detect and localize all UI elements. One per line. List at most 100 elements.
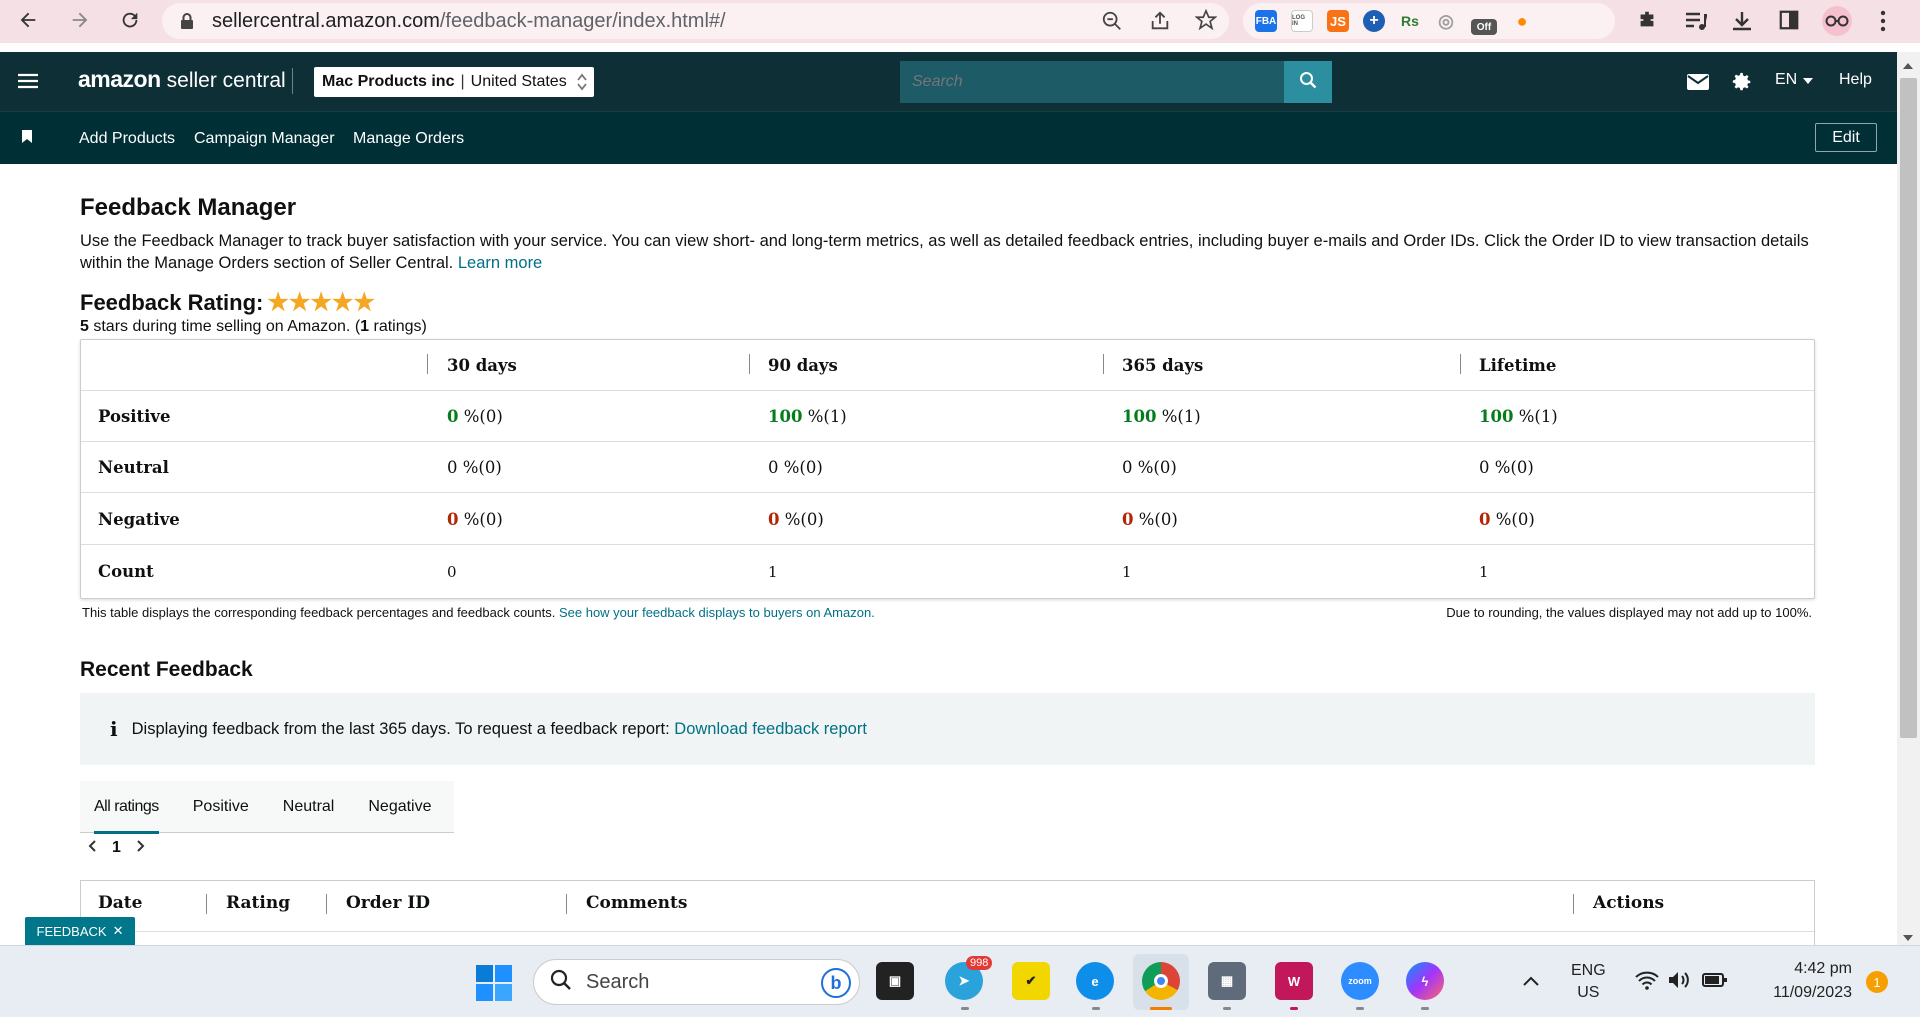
column-header-order-id[interactable]: Order ID [346,893,430,913]
column-header-date[interactable]: Date [98,893,142,913]
share-icon[interactable] [1149,10,1171,37]
battery-icon[interactable] [1702,971,1728,994]
scrollbar-thumb[interactable] [1900,78,1917,738]
page-description: Use the Feedback Manager to track buyer … [80,232,1809,272]
search-icon [1299,71,1317,94]
tab-positive[interactable]: Positive [173,781,263,833]
recent-feedback-title: Recent Feedback [80,658,253,681]
plus-extension-icon[interactable]: + [1363,10,1385,32]
browser-menu-icon[interactable] [1880,10,1886,37]
header-search [900,61,1332,103]
sticky-notes-icon[interactable]: ✔ [1012,962,1050,1000]
hamburger-menu-icon[interactable] [18,73,38,94]
edit-bookmarks-button[interactable]: Edit [1815,123,1877,152]
clock[interactable]: 4:42 pm 11/09/2023 [1740,957,1852,1005]
running-indicator [1290,1007,1298,1010]
edge-icon[interactable]: e [1076,962,1114,1000]
messenger-icon[interactable]: ϟ [1406,962,1444,1000]
login-extension-icon[interactable]: LOG IN [1291,10,1313,32]
taskbar-search[interactable]: Search b [533,959,860,1005]
chevron-right-icon[interactable] [137,839,145,857]
download-icon[interactable] [1730,9,1754,38]
wifi-icon[interactable] [1635,970,1659,995]
seller-central-logo[interactable]: amazon seller central [78,66,286,93]
metric-cell: 0 %(0) [768,509,824,529]
forward-icon[interactable] [68,8,92,32]
back-icon[interactable] [16,8,40,32]
column-header-365-days: 365 days [1122,355,1204,375]
puzzle-extensions-icon[interactable] [1636,9,1658,36]
download-report-link[interactable]: Download feedback report [674,720,867,738]
nav-manage-orders[interactable]: Manage Orders [353,130,464,148]
help-link[interactable]: Help [1839,71,1872,89]
metric-cell: 0 %(0) [768,457,823,477]
coffee-extension-icon[interactable]: Off [1471,19,1497,35]
learn-more-link[interactable]: Learn more [458,254,542,272]
rating-stars: ★ ★ ★ ★ ★ [267,289,375,316]
bing-icon[interactable]: b [821,968,851,998]
nav-add-products[interactable]: Add Products [79,130,175,148]
camera-extension-icon[interactable]: ◎ [1435,10,1457,32]
pagination: 1 [88,839,145,857]
nav-campaign-manager[interactable]: Campaign Manager [194,130,335,148]
metric-cell: 1 [768,562,778,581]
column-header-rating[interactable]: Rating [226,893,290,913]
feedback-button[interactable]: FEEDBACK ✕ [25,917,135,945]
volume-icon[interactable] [1667,970,1691,995]
account-switcher[interactable]: Mac Products inc | United States [314,67,594,97]
side-panel-icon[interactable] [1778,9,1800,36]
column-divider [566,894,567,914]
reading-list-icon[interactable] [1684,10,1708,37]
js-extension-icon[interactable]: JS [1327,10,1349,32]
metric-cell: 0 %(0) [1479,457,1534,477]
fba-extension-icon[interactable]: FBA [1255,10,1277,32]
active-indicator [1150,1007,1172,1010]
metric-cell: 1 [1122,562,1132,581]
chevron-left-icon[interactable] [88,839,96,857]
mail-icon[interactable] [1687,74,1709,95]
notification-badge[interactable]: 1 [1866,971,1888,993]
address-bar[interactable]: sellercentral.amazon.com/feedback-manage… [162,3,1229,39]
task-view-icon[interactable]: ▣ [876,962,914,1000]
tab-all-ratings[interactable]: All ratings [80,781,173,834]
chevron-up-icon[interactable] [1523,973,1539,991]
language-selector[interactable]: EN [1775,71,1814,89]
current-page[interactable]: 1 [112,839,121,857]
language-indicator[interactable]: ENG US [1571,960,1606,1004]
windows-start-icon[interactable] [476,965,512,1006]
running-indicator [961,1007,969,1010]
metric-cell: 100 %(1) [1479,406,1558,426]
search-button[interactable] [1284,61,1332,103]
metric-cell: 100 %(1) [1122,406,1201,426]
zoom-app-icon[interactable]: zoom [1341,962,1379,1000]
wps-office-icon[interactable]: W [1275,962,1313,1000]
page-title: Feedback Manager [80,194,297,221]
running-indicator [1092,1007,1100,1010]
zoom-icon[interactable] [1101,10,1123,37]
profile-avatar-icon[interactable] [1822,6,1852,36]
rs-extension-icon[interactable]: Rs [1399,10,1421,32]
account-switcher-caret-icon [576,71,588,98]
orange-extension-icon[interactable]: ● [1511,10,1533,32]
metric-cell: 0 %(0) [1122,509,1178,529]
reload-icon[interactable] [118,8,142,32]
close-icon[interactable]: ✕ [113,923,124,939]
row-label: Count [98,562,154,581]
scroll-down-icon[interactable] [1903,928,1913,946]
search-input[interactable] [900,61,1332,103]
tab-negative[interactable]: Negative [348,781,445,833]
row-label: Positive [98,406,171,426]
metric-cell: 0 %(0) [1122,457,1177,477]
calculator-icon[interactable]: ▦ [1208,962,1246,1000]
settings-gear-icon[interactable] [1731,71,1753,98]
feedback-display-link[interactable]: See how your feedback displays to buyers… [559,605,875,620]
bookmark-icon[interactable] [22,130,32,148]
tab-neutral[interactable]: Neutral [263,781,349,833]
bookmark-star-icon[interactable] [1194,8,1218,36]
column-header-actions[interactable]: Actions [1593,893,1664,913]
chrome-icon[interactable] [1142,962,1180,1000]
star-icon: ★ [331,289,354,316]
row-label: Negative [98,509,180,529]
column-header-comments[interactable]: Comments [586,893,687,913]
scroll-up-icon[interactable] [1903,56,1913,74]
